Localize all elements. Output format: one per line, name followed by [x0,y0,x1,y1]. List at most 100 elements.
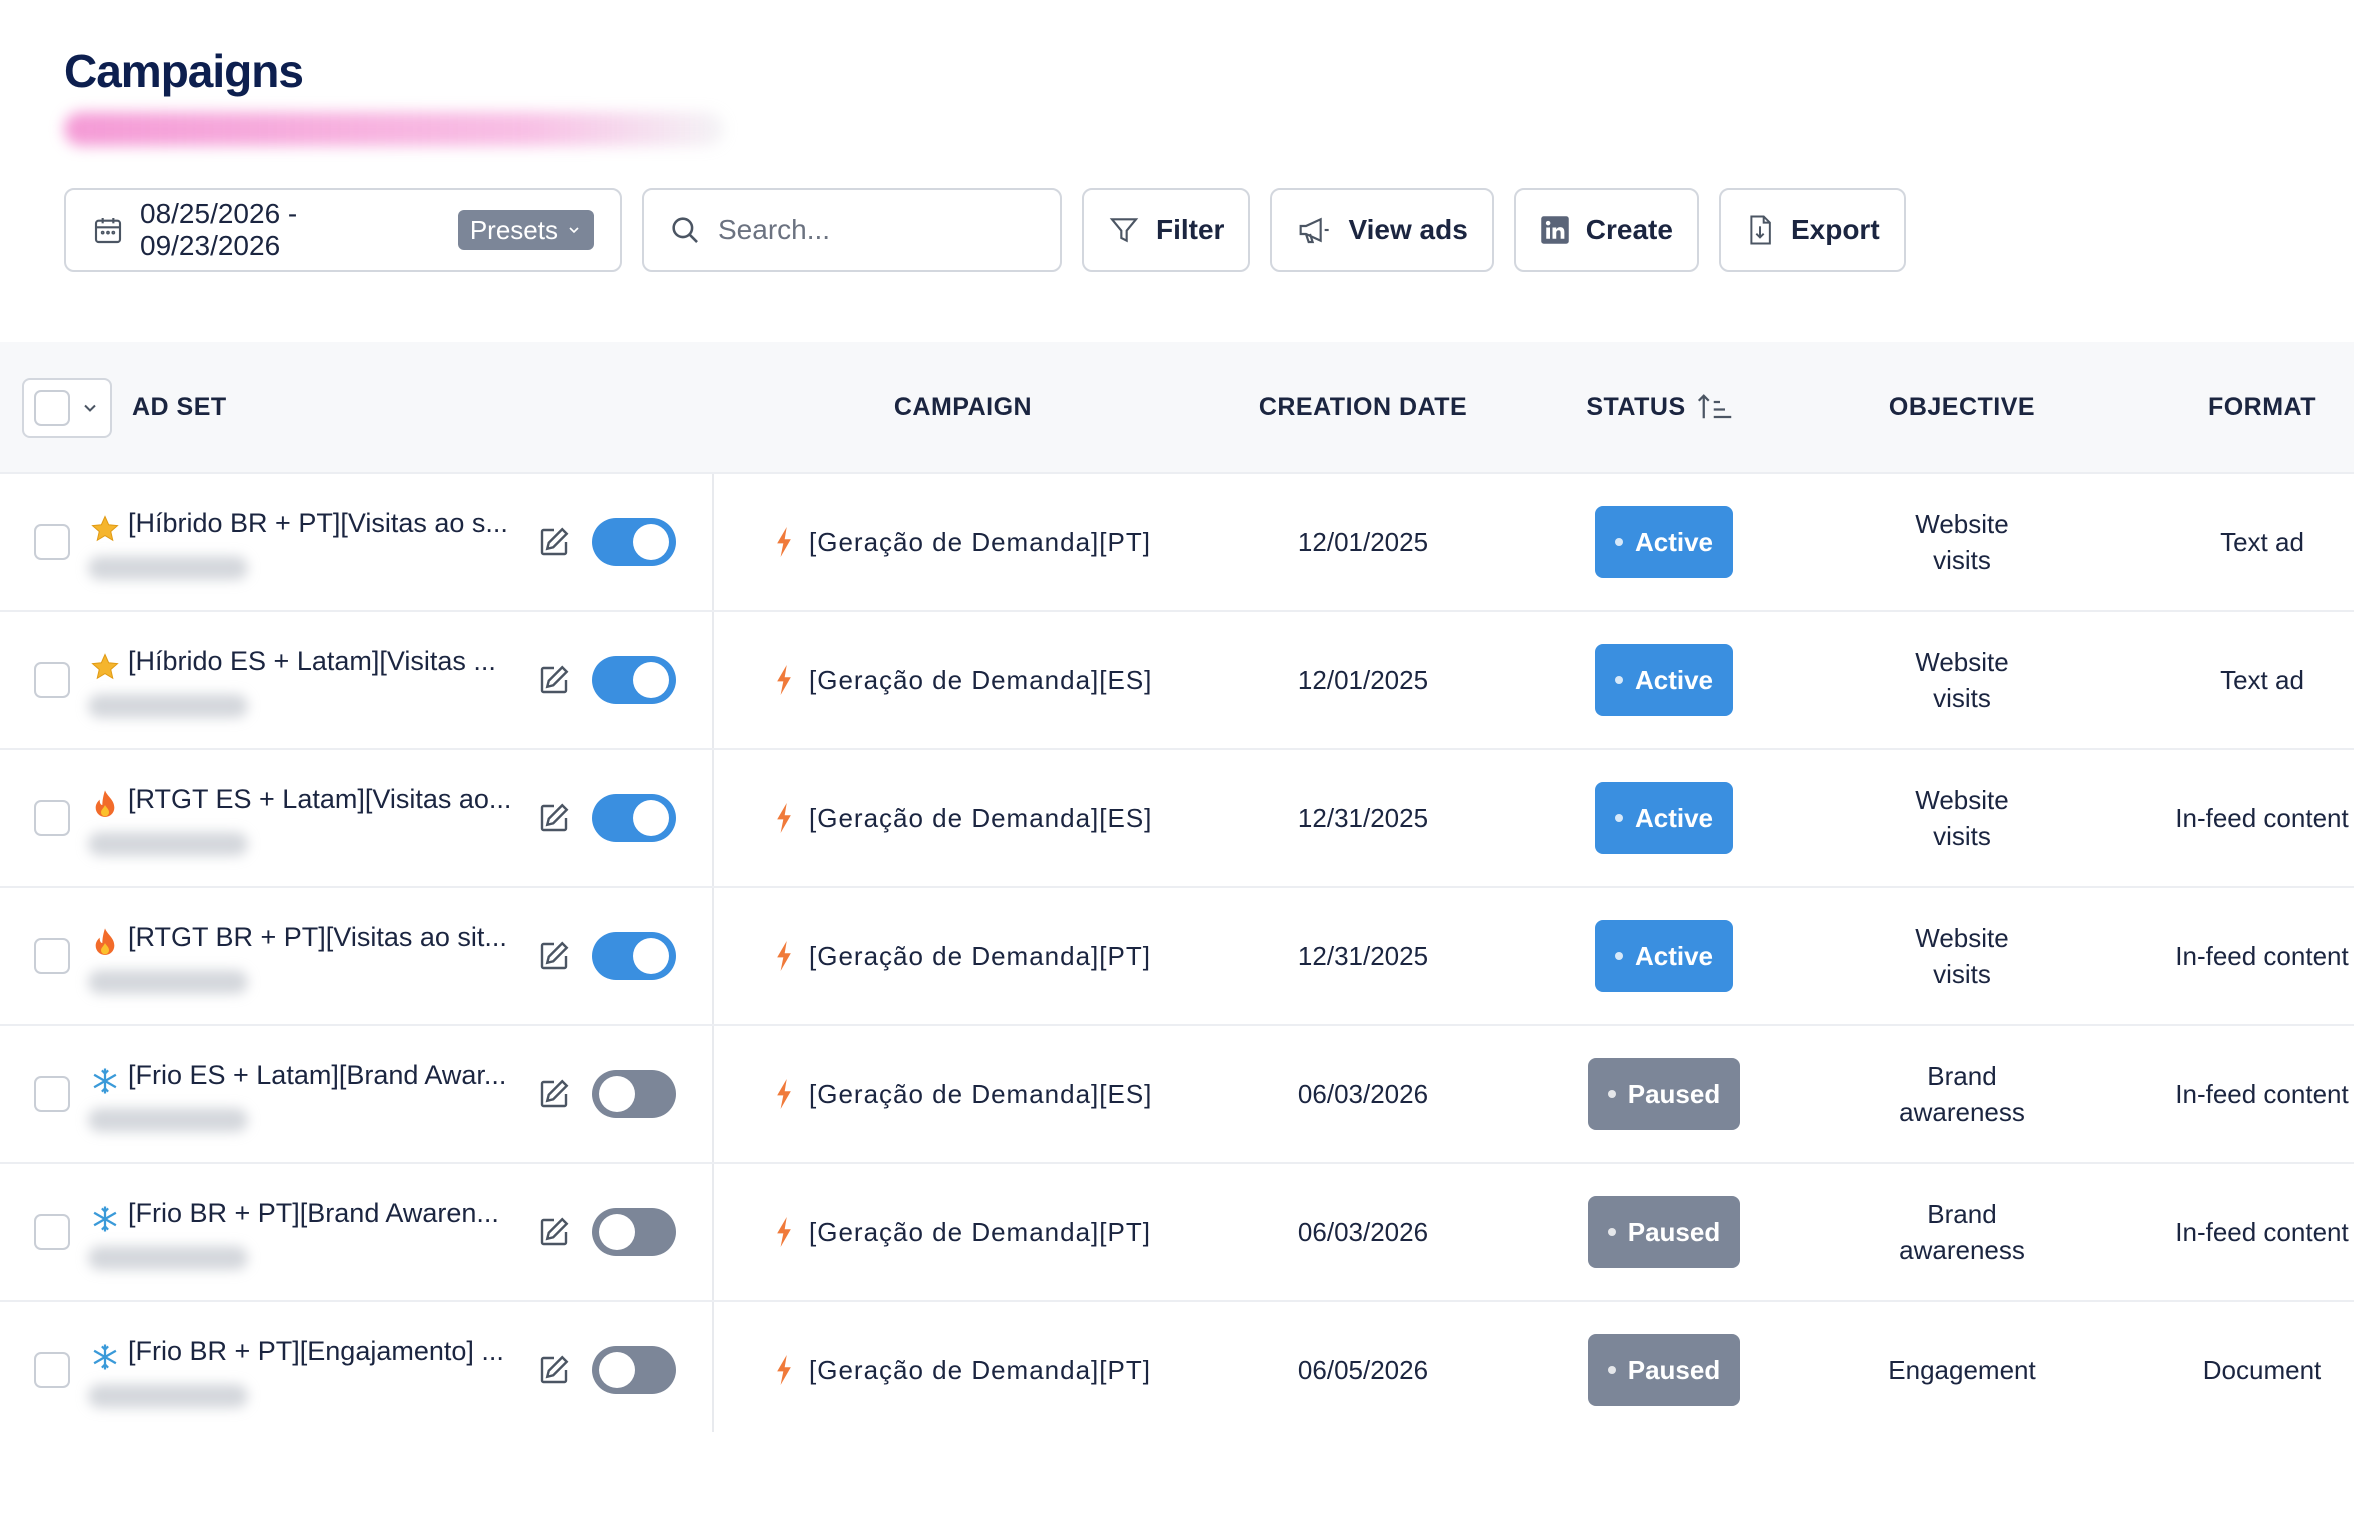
status-cell: Active [1560,474,1768,610]
header-creation-date[interactable]: CREATION DATE [1213,342,1513,472]
table-row[interactable]: [Híbrido ES + Latam][Visitas ... [Geraçã… [0,610,2354,748]
ad-set-name[interactable]: [Frio BR + PT][Brand Awaren... [128,1198,528,1229]
creation-date: 12/01/2025 [1297,664,1429,695]
megaphone-icon [1300,217,1330,244]
campaign-cell[interactable]: [Geração de Demanda][PT] [775,888,1151,1024]
toggle-knob [599,1352,635,1388]
lightning-icon [777,1355,791,1385]
ad-set-id-redacted [88,556,248,580]
table-row[interactable]: [Frio BR + PT][Brand Awaren... [Geração … [0,1162,2354,1300]
objective: Brand awareness [1899,1061,2025,1127]
view-ads-button[interactable]: View ads [1270,188,1494,272]
campaign-cell[interactable]: [Geração de Demanda][ES] [775,612,1152,748]
edit-icon[interactable] [536,800,572,836]
presets-dropdown[interactable]: Presets [457,210,594,250]
header-status[interactable]: STATUS [1560,342,1760,472]
objective: Brand awareness [1899,1199,2025,1265]
status-badge[interactable]: Active [1594,644,1734,716]
sort-ascending-icon[interactable] [1696,392,1734,422]
row-checkbox[interactable] [34,800,70,836]
table-row[interactable]: [RTGT ES + Latam][Visitas ao... [Geração… [0,748,2354,886]
campaign-cell[interactable]: [Geração de Demanda][ES] [775,1026,1152,1162]
ad-set-name[interactable]: [Frio ES + Latam][Brand Awar... [128,1060,528,1091]
edit-icon[interactable] [536,1352,572,1388]
snowflake-emoji [88,1340,122,1374]
header-objective[interactable]: OBJECTIVE [1862,342,2062,472]
status-badge[interactable]: Paused [1587,1196,1741,1268]
edit-icon[interactable] [536,524,572,560]
select-all-checkbox[interactable] [34,390,70,426]
edit-icon[interactable] [536,938,572,974]
status-badge[interactable]: Active [1594,506,1734,578]
filter-button[interactable]: Filter [1082,188,1251,272]
row-checkbox[interactable] [34,1214,70,1250]
ad-set-name[interactable]: [Híbrido ES + Latam][Visitas ... [128,646,528,677]
row-checkbox[interactable] [34,524,70,560]
ad-set-name[interactable]: [Híbrido BR + PT][Visitas ao s... [128,508,528,539]
lightning-icon [777,803,791,833]
search-box[interactable] [642,188,1062,272]
creation-date: 12/31/2025 [1297,940,1429,971]
edit-icon[interactable] [536,1214,572,1250]
format: In-feed content [2175,1216,2349,1247]
status-badge[interactable]: Paused [1587,1058,1741,1130]
ad-set-toggle[interactable] [592,518,676,566]
row-checkbox[interactable] [34,1352,70,1388]
filter-icon [1109,218,1139,243]
fire-emoji [88,926,122,960]
row-checkbox[interactable] [34,662,70,698]
export-button[interactable]: Export [1718,188,1906,272]
status-badge[interactable]: Active [1594,920,1734,992]
table-row[interactable]: [Frio BR + PT][Engajamento] ... [Geração… [0,1300,2354,1438]
campaign-name: [Geração de Demanda][PT] [809,526,1151,557]
ad-set-toggle[interactable] [592,1070,676,1118]
create-label: Create [1585,214,1673,245]
status-badge[interactable]: Paused [1587,1334,1741,1406]
campaign-cell[interactable]: [Geração de Demanda][ES] [775,750,1152,886]
edit-icon[interactable] [536,1076,572,1112]
ad-set-name[interactable]: [Frio BR + PT][Engajamento] ... [128,1336,528,1367]
row-checkbox[interactable] [34,1076,70,1112]
ad-set-id-redacted [88,970,248,994]
status-badge[interactable]: Active [1594,782,1734,854]
search-input[interactable] [718,214,1018,246]
ad-set-toggle[interactable] [592,932,676,980]
row-checkbox[interactable] [34,938,70,974]
creation-date: 12/01/2025 [1297,526,1429,557]
select-all-dropdown[interactable] [22,378,112,438]
date-range-picker[interactable]: 08/25/2026 - 09/23/2026 Presets [64,188,622,272]
create-button[interactable]: Create [1513,188,1699,272]
ad-set-name[interactable]: [RTGT BR + PT][Visitas ao sit... [128,922,528,953]
lightning-icon [777,1079,791,1109]
status-dot [1607,1228,1616,1236]
table-row[interactable]: [Híbrido BR + PT][Visitas ao s... [Geraç… [0,472,2354,610]
header-format[interactable]: FORMAT [2162,342,2354,472]
star-icon [91,653,119,680]
ad-set-name[interactable]: [RTGT ES + Latam][Visitas ao... [128,784,528,815]
lightning-icon [777,1217,791,1247]
header-ad-set[interactable]: AD SET [132,342,227,472]
ad-set-toggle[interactable] [592,1346,676,1394]
toggle-knob [633,800,669,836]
table-row[interactable]: [Frio ES + Latam][Brand Awar... [Geração… [0,1024,2354,1162]
table-row[interactable]: [RTGT BR + PT][Visitas ao sit... [Geraçã… [0,886,2354,1024]
status-label: Active [1634,940,1714,971]
ad-set-id-redacted [88,694,248,718]
edit-icon[interactable] [536,662,572,698]
campaign-cell[interactable]: [Geração de Demanda][PT] [775,1302,1151,1438]
table-body: [Híbrido BR + PT][Visitas ao s... [Geraç… [0,472,2354,1438]
campaign-cell[interactable]: [Geração de Demanda][PT] [775,474,1151,610]
status-dot [1614,676,1623,684]
star-emoji [88,512,122,546]
header-campaign[interactable]: CAMPAIGN [843,342,1083,472]
snowflake-emoji [88,1202,122,1236]
campaign-name: [Geração de Demanda][PT] [809,940,1151,971]
status-cell: Active [1560,750,1768,886]
objective: Engagement [1888,1355,2036,1385]
campaign-cell[interactable]: [Geração de Demanda][PT] [775,1164,1151,1300]
export-label: Export [1790,214,1880,245]
status-dot [1614,952,1623,960]
ad-set-toggle[interactable] [592,794,676,842]
ad-set-toggle[interactable] [592,656,676,704]
ad-set-toggle[interactable] [592,1208,676,1256]
